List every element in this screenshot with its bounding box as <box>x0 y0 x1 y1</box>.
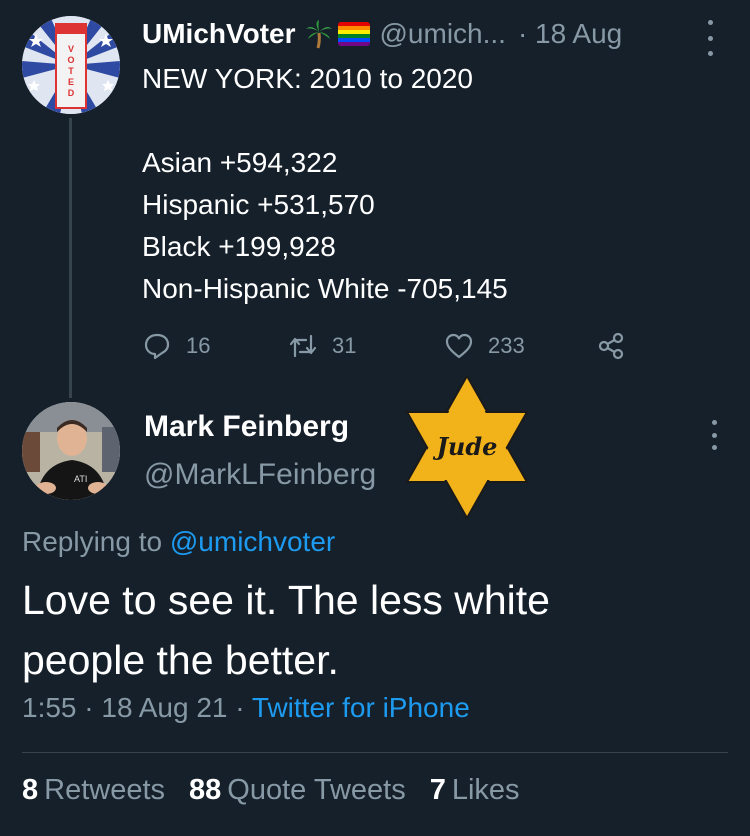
umichvoter-avatar[interactable]: V O T E D <box>22 16 120 114</box>
tweet2-handle[interactable]: @MarkLFeinberg <box>144 458 376 492</box>
retweet-icon <box>289 334 317 358</box>
tweet1-actions: 16 31 233 <box>142 328 642 364</box>
svg-text:V: V <box>68 44 74 54</box>
tweet2-meta: 1:55 · 18 Aug 21 · Twitter for iPhone <box>22 692 470 724</box>
tweet2-text: Love to see it. The less white people th… <box>22 570 722 690</box>
tweet2-line: people the better. <box>22 637 339 683</box>
like-count: 233 <box>488 333 525 358</box>
tweet-thread: V O T E D UMichVoter @umich... · 18 Aug … <box>0 0 750 836</box>
star-patch-text: Jude <box>433 432 498 461</box>
like-button[interactable]: 233 <box>444 331 525 361</box>
retweets-label: Retweets <box>44 774 166 806</box>
tweet1-line: Black +199,928 <box>142 231 336 262</box>
tweet2-line: Love to see it. The less white <box>22 577 550 623</box>
heart-icon <box>445 333 473 359</box>
tweet2-more-icon[interactable] <box>704 420 724 450</box>
retweet-button[interactable]: 31 <box>288 331 356 361</box>
replying-to: Replying to @umichvoter <box>22 526 335 558</box>
tweet1-more-icon[interactable] <box>700 20 720 56</box>
retweet-count: 31 <box>332 333 357 358</box>
profile-emoji-badges <box>304 19 370 49</box>
tweet2-display-name[interactable]: Mark Feinberg <box>144 410 349 444</box>
quote-tweets-stat[interactable]: 88 Quote Tweets <box>189 774 406 807</box>
svg-text:ATI: ATI <box>74 474 87 484</box>
tweet1-line: Asian +594,322 <box>142 147 338 178</box>
tweet1-line: Hispanic +531,570 <box>142 189 375 220</box>
tweet1-header: UMichVoter @umich... · 18 Aug <box>142 18 702 50</box>
tweet1-text: NEW YORK: 2010 to 2020 Asian +594,322 Hi… <box>142 58 702 310</box>
thread-connector-line <box>69 118 72 398</box>
yellow-star-patch-image: Jude <box>405 373 529 521</box>
tweet1-line: Non-Hispanic White -705,145 <box>142 273 508 304</box>
tweet2-source-link[interactable]: Twitter for iPhone <box>252 692 470 723</box>
share-icon <box>598 332 624 360</box>
reply-count: 16 <box>186 333 211 358</box>
tweet1-display-name[interactable]: UMichVoter <box>142 18 296 50</box>
svg-text:E: E <box>68 77 74 87</box>
svg-text:O: O <box>67 55 74 65</box>
reply-button[interactable]: 16 <box>142 331 210 361</box>
mark-feinberg-avatar[interactable]: ATI <box>22 402 120 500</box>
tweet2-timestamp[interactable]: 1:55 · 18 Aug 21 · <box>22 692 245 723</box>
retweets-count: 8 <box>22 774 39 806</box>
replying-to-link[interactable]: @umichvoter <box>170 526 335 557</box>
tweet1-time[interactable]: · 18 Aug <box>518 18 622 50</box>
rainbow-flag-icon <box>337 22 370 46</box>
quote-tweets-count: 88 <box>189 774 222 806</box>
retweets-stat[interactable]: 8 Retweets <box>22 774 165 807</box>
likes-stat[interactable]: 7 Likes <box>430 774 520 807</box>
share-button[interactable] <box>596 331 626 361</box>
likes-label: Likes <box>451 774 520 806</box>
palm-tree-icon <box>305 20 332 49</box>
tweet1-line: NEW YORK: 2010 to 2020 <box>142 63 473 94</box>
svg-text:D: D <box>68 88 75 98</box>
reply-icon <box>144 333 170 360</box>
tweet1-line <box>142 100 702 142</box>
likes-count: 7 <box>429 774 446 806</box>
tweet1-handle[interactable]: @umich... <box>380 18 506 50</box>
quote-tweets-label: Quote Tweets <box>227 774 406 806</box>
svg-text:T: T <box>68 66 74 76</box>
tweet2-stats: 8 Retweets 88 Quote Tweets 7 Likes <box>22 774 544 807</box>
replying-prefix: Replying to <box>22 526 163 557</box>
divider <box>22 752 728 753</box>
